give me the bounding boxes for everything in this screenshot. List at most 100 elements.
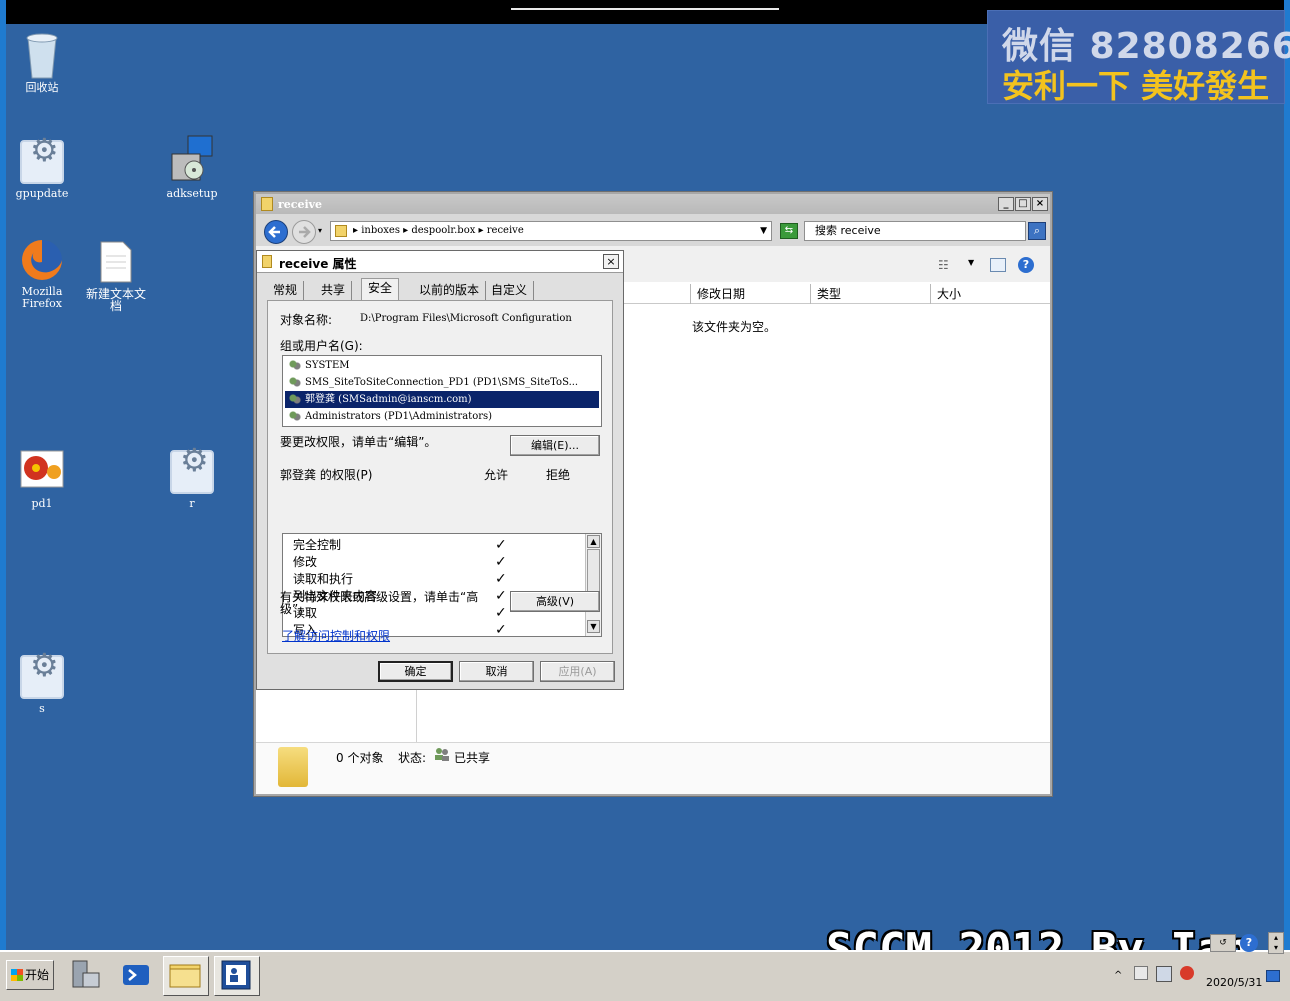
text-document-icon [99,240,133,284]
tab-customize[interactable]: 自定义 [485,281,535,300]
learn-access-link[interactable]: 了解访问控制和权限 [282,627,390,644]
tray-expand-icon[interactable]: ^ [1114,970,1122,981]
list-item: 完全控制 ✓ [293,537,507,553]
tab-previous-versions[interactable]: 以前的版本 [413,281,487,300]
users-panel-icon [221,960,251,990]
breadcrumb-item[interactable]: receive [487,225,524,236]
cancel-button[interactable]: 取消 [459,661,534,682]
folder-icon [335,225,347,237]
refresh-button[interactable]: ⇆ [780,223,798,239]
permissions-list: 完全控制 ✓ 修改 ✓ 读取和执行 ✓ 列出文件夹内容 ✓ 读取 ✓ 写入 ✓ ▲ ▼ [282,533,602,637]
list-item[interactable]: SYSTEM [285,357,599,374]
address-bar[interactable]: ▸ inboxes ▸ despoolr.box ▸ receive ▼ [330,221,772,241]
object-name-label: 对象名称: [280,313,333,327]
scroll-up-icon[interactable]: ▲ [587,535,600,548]
view-dropdown[interactable]: ▼ [968,258,974,267]
properties-title: receive 属性 [279,257,357,271]
tab-sharing[interactable]: 共享 [315,281,353,300]
address-dropdown[interactable]: ▼ [760,222,767,240]
folder-icon [278,747,308,787]
frame-right [1284,0,1290,1001]
column-header-size[interactable]: 大小 [930,284,1010,304]
desktop-icon-label: adksetup [166,187,218,200]
error-icon[interactable] [1180,966,1194,980]
column-header-modified[interactable]: 修改日期 [690,284,810,304]
back-button[interactable] [264,220,288,244]
object-count: 0 个对象 [336,751,384,765]
change-hint: 要更改权限，请单击“编辑”。 [280,435,437,449]
watermark: 微信 82808266 安利一下 美好發生 [987,10,1290,105]
desktop-icon-adksetup[interactable]: adksetup [152,134,232,200]
taskbar-explorer[interactable] [163,956,209,996]
security-tab-panel: 对象名称: D:\Program Files\Microsoft Configu… [267,300,613,654]
tray-scroll-icon[interactable]: ▴ ▾ [1268,932,1284,954]
users-list: SYSTEM SMS_SiteToSiteConnection_PD1 (PD1… [282,355,602,427]
apply-button[interactable]: 应用(A) [540,661,615,682]
desktop-icon-label: pd1 [31,497,53,510]
installer-icon [168,134,216,184]
desktop-icon-gpupdate[interactable]: gpupdate [2,140,82,200]
tab-general[interactable]: 常规 [267,281,305,300]
taskbar-users-app[interactable] [214,956,260,996]
deny-header: 拒绝 [546,468,571,482]
desktop-icon-r[interactable]: r [152,450,232,510]
help-icon[interactable]: ? [1018,257,1034,273]
scroll-down-icon[interactable]: ▼ [587,620,600,633]
start-button[interactable]: 开始 [6,960,54,990]
folder-icon [261,197,273,211]
tray-button-icon[interactable]: ↺ [1210,934,1236,952]
check-icon: ✓ [495,605,507,621]
permissions-scrollbar[interactable]: ▲ ▼ [585,534,601,636]
preview-pane-icon[interactable] [990,258,1006,272]
properties-dialog: receive 属性 × 常规 共享 安全 以前的版本 自定义 对象名称: D:… [256,250,624,690]
folder-icon [262,255,272,268]
gear-icon [20,140,64,184]
explorer-title-bar[interactable]: receive _ □ × [256,194,1050,214]
status-value: 已共享 [454,751,491,765]
list-item[interactable]: Administrators (PD1\Administrators) [285,408,599,425]
maximize-button[interactable]: □ [1015,197,1031,211]
ok-button[interactable]: 确定 [378,661,453,682]
breadcrumb-item[interactable]: despoolr.box [411,225,475,236]
desktop-icon-label: gpupdate [15,187,69,200]
edit-button[interactable]: 编辑(E)... [510,435,600,456]
taskbar-server-manager[interactable] [64,956,110,996]
list-item-selected[interactable]: 郭登龚 (SMSadmin@ianscm.com) [285,391,599,408]
taskbar-powershell[interactable] [114,956,160,996]
flag-icon[interactable] [1134,966,1148,980]
network-icon[interactable] [1156,966,1172,982]
search-input[interactable]: 搜索 receive [804,221,1026,241]
help-icon[interactable]: ? [1240,934,1258,952]
desktop-icon-recycle-bin[interactable]: 回收站 [2,30,82,94]
desktop-icon-firefox[interactable]: Mozilla Firefox [2,238,82,310]
advanced-hint: 有关特殊权限或高级设置，请单击“高级”。 [280,590,479,616]
desktop-icon-label: r [189,497,195,510]
list-item[interactable]: SMS_SiteToSiteConnection_PD1 (PD1\SMS_Si… [285,374,599,391]
permissions-header: 郭登龚 的权限(P) [280,468,373,482]
user-icon [289,394,301,405]
view-options-icon[interactable]: ☷ [938,258,949,272]
show-desktop-icon[interactable] [1266,970,1280,982]
search-button[interactable]: ⌕ [1028,222,1046,240]
forward-button[interactable] [292,220,316,244]
history-dropdown[interactable]: ▾ [318,226,322,235]
desktop-icon-s[interactable]: s [2,655,82,715]
object-name-value: D:\Program Files\Microsoft Configuration [360,313,572,324]
close-button[interactable]: × [1032,197,1048,211]
desktop-icon-new-text[interactable]: 新建文本文档 [76,240,156,312]
gear-icon [20,655,64,699]
minimize-button[interactable]: _ [998,197,1014,211]
properties-title-bar[interactable]: receive 属性 × [257,251,623,273]
desktop-icon-label: 新建文本文档 [85,287,146,313]
tab-security[interactable]: 安全 [361,278,400,300]
close-button[interactable]: × [603,254,619,269]
breadcrumb-item[interactable]: inboxes [361,225,400,236]
empty-folder-message: 该文件夹为空。 [692,320,777,334]
powershell-icon [123,965,149,985]
advanced-button[interactable]: 高级(V) [510,591,600,612]
folder-icon [169,964,201,988]
list-item: 读取和执行 ✓ [293,571,507,587]
desktop-icon-pd1[interactable]: pd1 [2,450,82,510]
explorer-nav-bar: ▾ ▸ inboxes ▸ despoolr.box ▸ receive ▼ ⇆… [256,214,1050,246]
column-header-type[interactable]: 类型 [810,284,930,304]
